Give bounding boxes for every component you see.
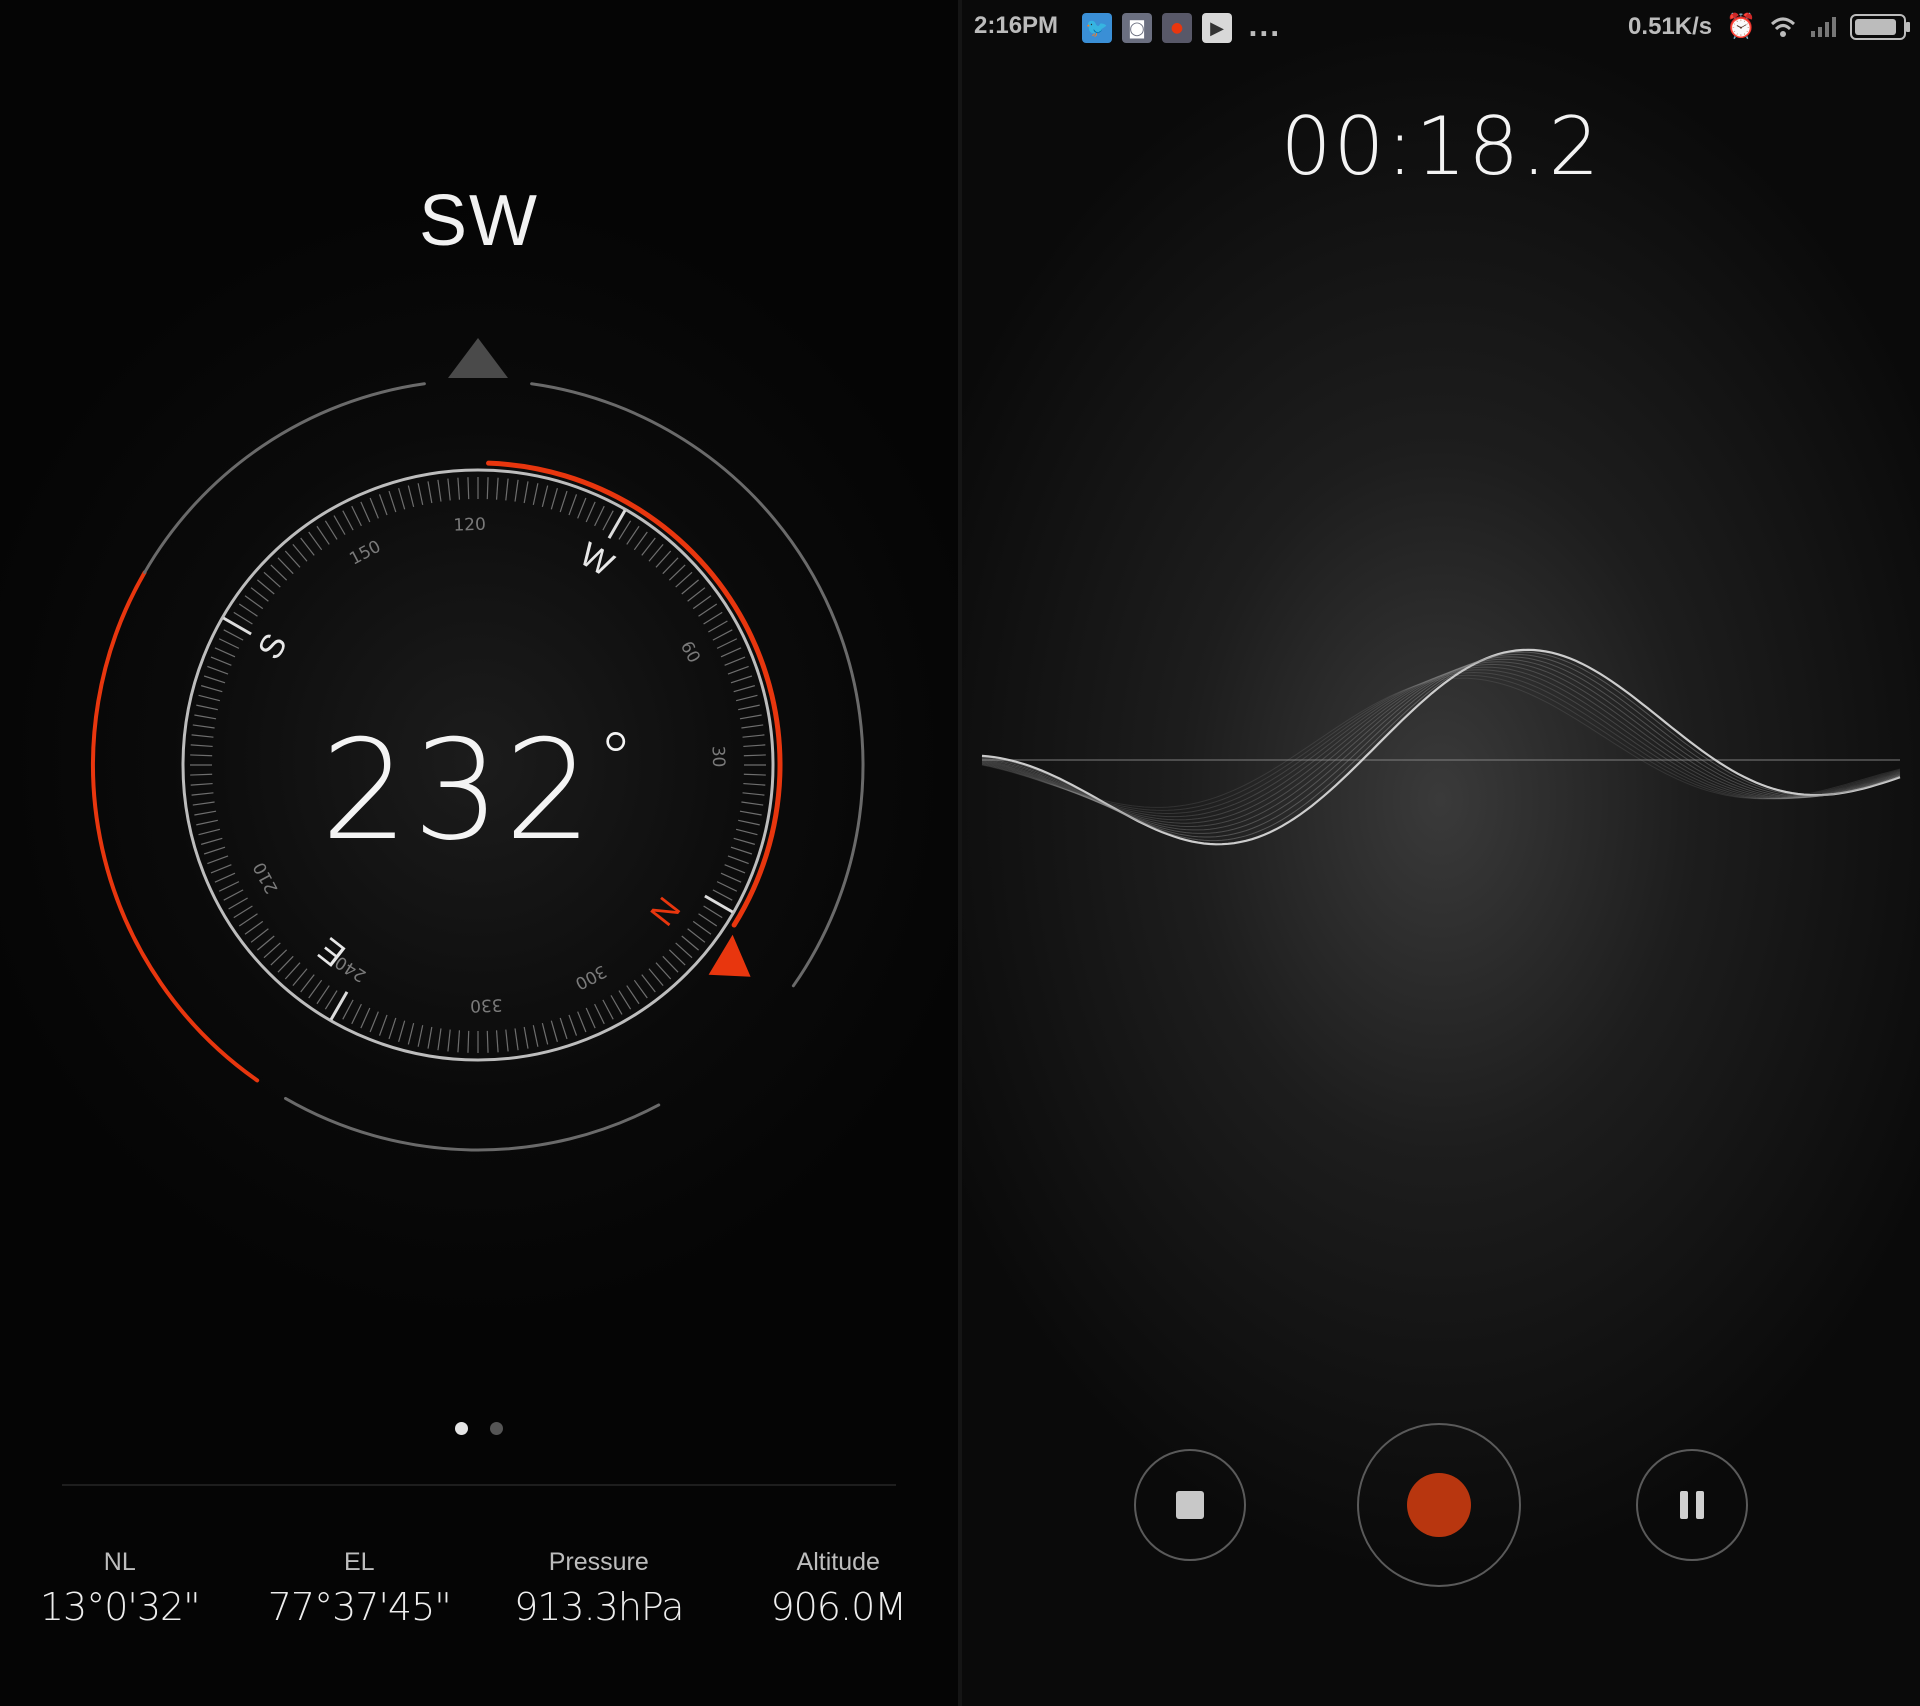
more-notifications: ... [1248, 13, 1281, 43]
compass-dial[interactable]: SWNE120150210240 3003303060 [0, 0, 958, 1200]
status-bar: 2:16PM 🐦 ◙ ● ▶ ... 0.51K/s ⏰ [962, 0, 1920, 56]
app-icon: ◙ [1122, 13, 1152, 43]
alarm-off-icon: ⏰ [1726, 13, 1756, 40]
battery-fill [1855, 18, 1897, 35]
waveform-lines [981, 648, 1901, 846]
record-icon [1407, 1473, 1471, 1537]
page-dot-1[interactable] [455, 1422, 469, 1435]
stat-label: EL [343, 1548, 375, 1576]
status-time: 2:16PM [974, 12, 1059, 39]
dial-tick-label: 60 [676, 638, 704, 666]
dial-tick-label: 330 [470, 994, 503, 1015]
page-dot-2[interactable] [489, 1422, 503, 1435]
location-stats: NL 13°0'32" EL 77°37'45" Pressure 913.3h… [0, 1548, 958, 1629]
stat-value: 906.0M [770, 1585, 907, 1629]
net-speed: 0.51K/s [1628, 12, 1713, 40]
audio-waveform [981, 648, 1901, 846]
stat-label: NL [103, 1548, 136, 1576]
record-app-icon: ● [1162, 13, 1192, 43]
status-right: 0.51K/s ⏰ [1628, 12, 1910, 41]
heading-value: 232 [320, 710, 597, 871]
dial-tick-label: 150 [346, 537, 384, 570]
play-store-icon: ▶ [1202, 13, 1232, 43]
stats-divider [62, 1484, 896, 1486]
dial-tick-label: 300 [572, 960, 610, 993]
waveform-line [981, 666, 1901, 821]
stat-altitude: Altitude 906.0M [719, 1548, 959, 1629]
pause-icon [1680, 1491, 1704, 1519]
battery-icon [1850, 13, 1910, 40]
waveform-line [981, 669, 1901, 818]
cardinal-w: W [573, 535, 620, 584]
stat-label: Altitude [796, 1548, 880, 1576]
page-indicator[interactable] [0, 1420, 958, 1439]
stat-latitude: NL 13°0'32" [0, 1548, 240, 1629]
stat-longitude: EL 77°37'45" [240, 1548, 480, 1629]
waveform-line [981, 648, 1901, 846]
cardinal-s: S [251, 627, 295, 666]
compass-heading: 232° [0, 710, 958, 871]
stat-value: 77°37'45" [267, 1585, 452, 1629]
elapsed-time: 00:18.2 [1280, 100, 1602, 193]
notification-icons: 🐦 ◙ ● ▶ ... [1082, 13, 1281, 43]
recorder-controls [962, 1422, 1920, 1592]
record-button[interactable] [1357, 1423, 1521, 1587]
cardinal-n: N [642, 890, 687, 933]
waveform-line [981, 663, 1901, 824]
recorder-screen: 2:16PM 🐦 ◙ ● ▶ ... 0.51K/s ⏰ 00:18.2 [962, 0, 1920, 1706]
compass-screen: SW S W N E 120 150 210 240 300 330 30 60 232° NL 13… [0, 0, 958, 1706]
stat-value: 13°0'32" [39, 1585, 201, 1629]
pause-button[interactable] [1636, 1449, 1748, 1561]
degree-symbol: ° [598, 718, 638, 800]
stat-value: 913.3hPa [514, 1585, 684, 1629]
stop-icon [1176, 1491, 1204, 1519]
stat-pressure: Pressure 913.3hPa [479, 1548, 719, 1629]
stop-button[interactable] [1134, 1449, 1246, 1561]
wifi-icon [1770, 17, 1796, 37]
stat-label: Pressure [548, 1548, 649, 1576]
twitter-icon: 🐦 [1082, 13, 1112, 43]
signal-icon [1811, 16, 1836, 37]
dial-tick-label: 120 [453, 515, 486, 536]
